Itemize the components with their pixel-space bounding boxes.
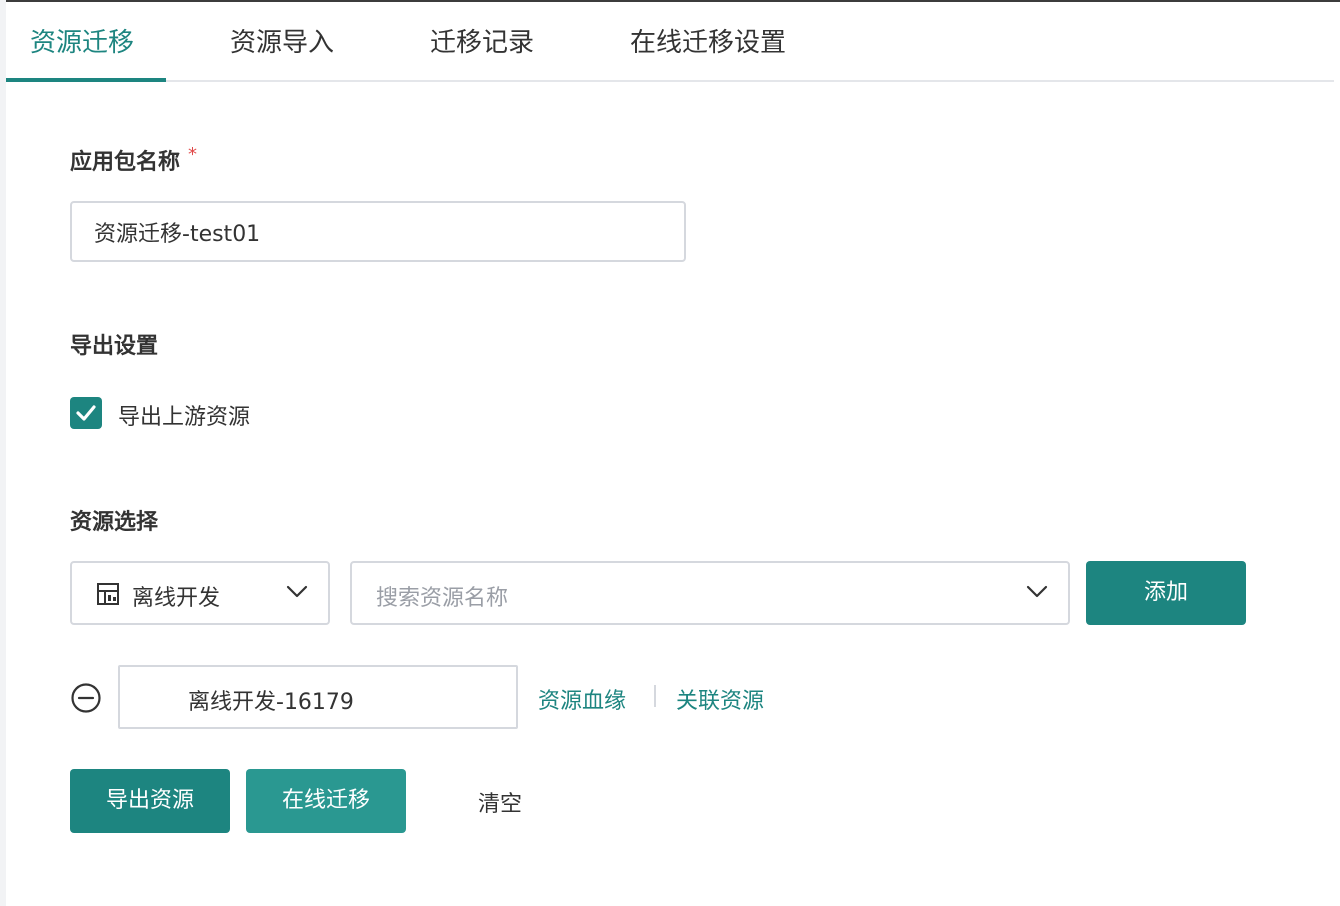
online-migrate-button[interactable]: 在线迁移 <box>246 769 406 833</box>
selected-resource-name: 离线开发-16179 <box>188 690 354 715</box>
link-divider <box>654 685 656 707</box>
export-settings-label: 导出设置 <box>70 334 159 359</box>
resource-type-select[interactable]: 离线开发 <box>70 561 330 625</box>
remove-circle-icon[interactable] <box>70 682 102 714</box>
export-resources-button[interactable]: 导出资源 <box>70 769 230 833</box>
resource-search-placeholder: 搜索资源名称 <box>376 586 509 611</box>
export-upstream-label[interactable]: 导出上游资源 <box>118 399 250 431</box>
required-mark: * <box>188 144 198 165</box>
related-resources-link[interactable]: 关联资源 <box>676 683 764 715</box>
left-edge <box>0 0 6 906</box>
add-resource-button[interactable]: 添加 <box>1086 561 1246 625</box>
check-icon <box>76 405 96 421</box>
table-icon <box>97 583 119 605</box>
selected-resource-item: 离线开发-16179 <box>118 665 518 729</box>
chevron-down-icon <box>286 585 308 598</box>
clear-button[interactable]: 清空 <box>478 786 522 818</box>
tab-resource-migration[interactable]: 资源迁移 <box>30 22 134 59</box>
export-upstream-checkbox[interactable] <box>70 397 102 429</box>
resource-lineage-link[interactable]: 资源血缘 <box>538 683 626 715</box>
tab-online-migration-settings[interactable]: 在线迁移设置 <box>630 22 786 59</box>
active-tab-indicator <box>6 78 166 82</box>
tab-migration-records[interactable]: 迁移记录 <box>430 22 534 59</box>
package-name-label: 应用包名称 * <box>70 144 197 176</box>
resource-search-select[interactable]: 搜索资源名称 <box>350 561 1070 625</box>
tab-resource-import[interactable]: 资源导入 <box>230 22 334 59</box>
package-name-label-text: 应用包名称 <box>70 150 181 175</box>
tab-bar: 资源迁移 资源导入 迁移记录 在线迁移设置 <box>6 2 1334 82</box>
resource-select-label: 资源选择 <box>70 510 159 535</box>
chevron-down-icon <box>1026 585 1048 598</box>
package-name-input[interactable] <box>70 201 686 262</box>
resource-type-value: 离线开发 <box>132 586 221 611</box>
